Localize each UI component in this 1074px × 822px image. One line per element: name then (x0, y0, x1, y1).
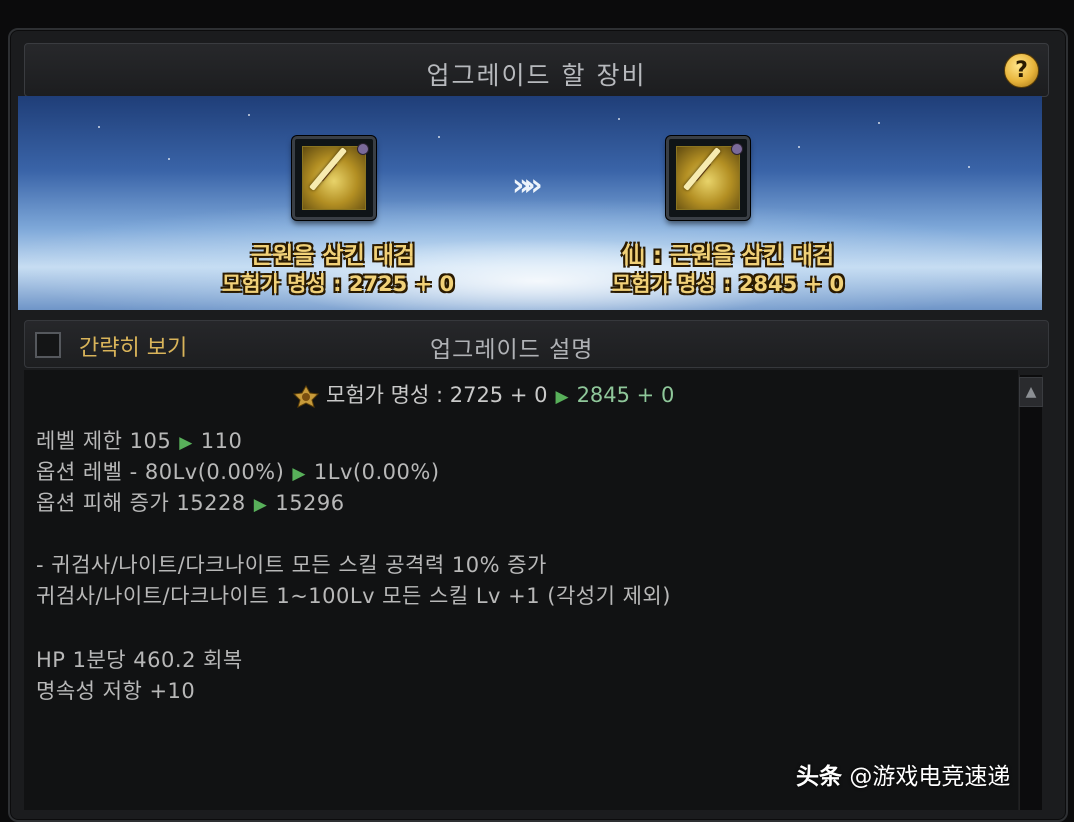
option-skill-attack: - 귀검사/나이트/다크나이트 모든 스킬 공격력 10% 증가 (36, 553, 547, 577)
title-bar: 업그레이드 할 장비 (24, 43, 1049, 97)
fame-emblem-icon (292, 384, 320, 408)
option-skill-level: 귀검사/나이트/다크나이트 1~100Lv 모든 스킬 Lv +1 (각성기 제… (36, 584, 671, 608)
simple-view-checkbox[interactable] (35, 332, 61, 358)
upgrade-preview-banner: »» 근원을 삼킨 대검 모험가 명성 : 2725 + 0 仙 : 근원을 삼… (18, 96, 1042, 310)
upgrade-arrow-icon: »» (512, 168, 543, 203)
fame-label: 모험가 명성 : (326, 383, 444, 407)
stat-option-damage: 옵션 피해 증가 15228 ▶ 15296 (36, 491, 345, 515)
fame-change-line: 모험가 명성 : 2725 + 0 ▶ 2845 + 0 (292, 379, 674, 409)
watermark: 头条 @游戏电竞速递 (796, 757, 1010, 791)
simple-view-label[interactable]: 간략히 보기 (79, 330, 187, 362)
increase-arrow-icon: ▶ (292, 464, 306, 484)
extra-light-resist: 명속성 저항 +10 (36, 679, 196, 703)
increase-arrow-icon: ▶ (179, 433, 193, 453)
scroll-up-button[interactable]: ▲ (1019, 377, 1043, 407)
increase-arrow-icon: ▶ (555, 387, 569, 407)
stat-option-level: 옵션 레벨 - 80Lv(0.00%) ▶ 1Lv(0.00%) (36, 460, 440, 484)
watermark-handle: @游戏电竞速递 (849, 764, 1011, 790)
stat-level-limit: 레벨 제한 105 ▶ 110 (36, 429, 243, 453)
fame-from: 2725 + 0 (449, 383, 548, 407)
target-item-fame: 모험가 명성 : 2845 + 0 (611, 272, 845, 296)
target-item-icon[interactable] (666, 136, 750, 220)
source-item-name: 근원을 삼킨 대검 (250, 243, 416, 269)
window-title: 업그레이드 할 장비 (426, 61, 647, 90)
source-item-icon[interactable] (292, 136, 376, 220)
target-item-name: 仙 : 근원을 삼킨 대검 (621, 243, 835, 269)
source-item-fame: 모험가 명성 : 2725 + 0 (221, 272, 455, 296)
section-title: 업그레이드 설명 (430, 337, 594, 363)
help-button[interactable]: ? (1004, 53, 1039, 88)
scrollbar-track[interactable] (1019, 375, 1042, 810)
watermark-brand: 头条 (796, 764, 842, 790)
fame-to: 2845 + 0 (576, 383, 675, 407)
extra-hp-regen: HP 1분당 460.2 회복 (36, 648, 243, 672)
increase-arrow-icon: ▶ (253, 495, 268, 515)
